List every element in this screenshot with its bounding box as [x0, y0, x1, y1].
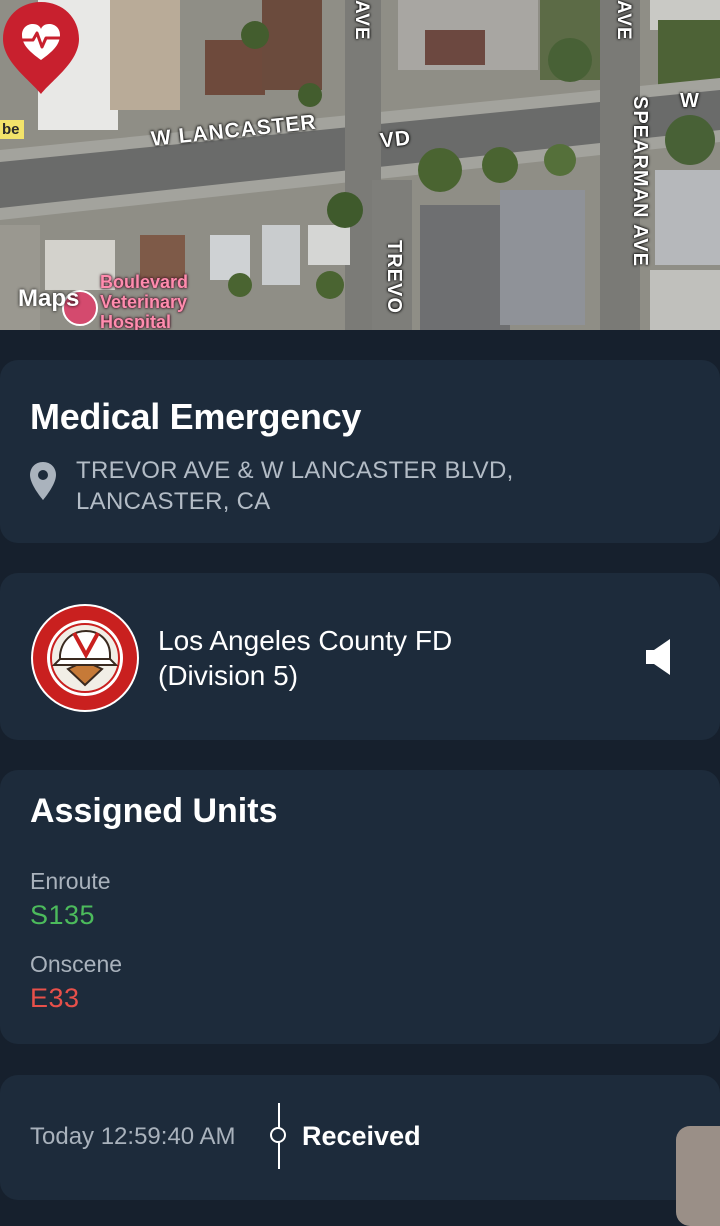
department-card[interactable]: Los Angeles County FD (Division 5) [0, 573, 720, 740]
speaker-icon[interactable] [644, 637, 676, 677]
poi-label[interactable]: Boulevard Veterinary Hospital [100, 272, 230, 330]
incident-card: Medical Emergency TREVOR AVE & W LANCAST… [0, 360, 720, 543]
street-label-ave-top-right: AVE [613, 0, 634, 41]
timeline-card: Today 12:59:40 AM Received [0, 1075, 720, 1200]
unit-status-onscene: Onscene [30, 951, 123, 977]
fire-department-seal-icon [31, 604, 139, 712]
map-edge-label: be [0, 120, 24, 139]
maps-logo-text: Maps [18, 285, 80, 312]
map-view[interactable]: W LANCASTER VD SPEARMAN AVE AVE AVE TREV… [0, 0, 720, 330]
street-label-lancaster-end: VD [378, 126, 413, 153]
floating-action-button[interactable] [676, 1126, 720, 1226]
unit-id-enroute[interactable]: S135 [30, 900, 95, 931]
timeline-status: Received [302, 1121, 421, 1151]
maps-logo: Maps [18, 285, 79, 313]
incident-address[interactable]: TREVOR AVE & W LANCASTER BLVD, LANCASTER… [76, 455, 556, 517]
assigned-units-title: Assigned Units [30, 792, 278, 830]
incident-pin-icon[interactable] [0, 0, 82, 96]
timeline-dot-icon [270, 1127, 286, 1143]
street-label-spearman: SPEARMAN AVE [629, 96, 651, 267]
timeline-time: Today 12:59:40 AM [30, 1123, 236, 1150]
department-name: Los Angeles County FD (Division 5) [158, 625, 453, 691]
street-label-ave-top: AVE [351, 0, 372, 41]
incident-type: Medical Emergency [30, 396, 362, 437]
unit-status-enroute: Enroute [30, 868, 111, 894]
unit-id-onscene[interactable]: E33 [30, 983, 80, 1014]
street-label-trevor: TREVO [383, 240, 405, 314]
location-pin-icon [30, 462, 56, 500]
street-label-w-right: W [680, 90, 700, 112]
assigned-units-card: Assigned Units Enroute S135 Onscene E33 [0, 770, 720, 1044]
